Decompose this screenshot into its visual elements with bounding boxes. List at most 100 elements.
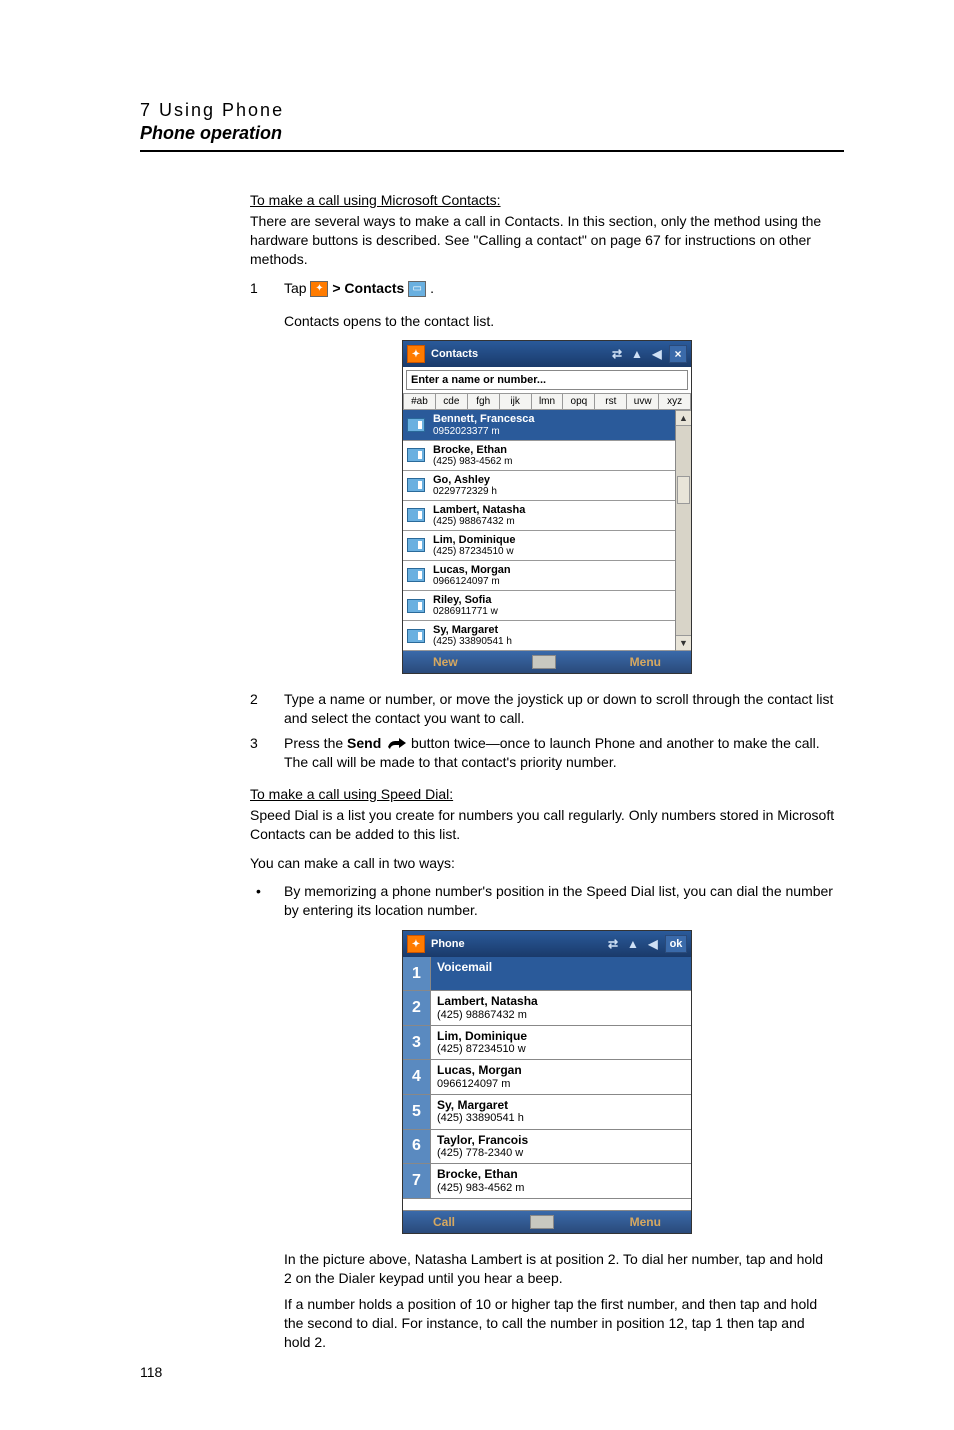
speaker-icon: ◀ <box>645 936 661 952</box>
intro-text: There are several ways to make a call in… <box>250 212 844 269</box>
contact-card-icon <box>407 508 425 522</box>
speeddial-number: (425) 98867432 m <box>437 1009 685 1022</box>
contact-row[interactable]: Brocke, Ethan(425) 983-4562 m <box>403 441 675 471</box>
speeddial-number: (425) 778-2340 w <box>437 1147 685 1160</box>
softkey-call[interactable]: Call <box>433 1215 455 1229</box>
contact-card-icon <box>407 538 425 552</box>
contact-row[interactable]: Lucas, Morgan0966124097 m <box>403 561 675 591</box>
speeddial-position: 3 <box>403 1026 431 1060</box>
step-number: 2 <box>250 690 284 728</box>
alpha-tab[interactable]: uvw <box>626 393 658 410</box>
signal-icon: ▲ <box>629 346 645 362</box>
connectivity-icon: ⇄ <box>605 936 621 952</box>
step1-prefix: Tap <box>284 280 310 296</box>
contact-number: 0229772329 h <box>433 486 497 497</box>
speeddial-row[interactable]: 2Lambert, Natasha(425) 98867432 m <box>403 991 691 1026</box>
speeddial-row[interactable]: 7Brocke, Ethan(425) 983-4562 m <box>403 1164 691 1199</box>
contact-row[interactable]: Sy, Margaret(425) 33890541 h <box>403 621 675 651</box>
contact-card-icon <box>407 448 425 462</box>
speeddial-name: Lucas, Morgan <box>437 1063 685 1077</box>
step1-mid: > Contacts <box>332 280 408 296</box>
alpha-tab[interactable]: fgh <box>467 393 499 410</box>
subhead-contacts: To make a call using Microsoft Contacts: <box>250 192 844 208</box>
contact-name: Sy, Margaret <box>433 624 512 636</box>
step2-text: Type a name or number, or move the joyst… <box>284 690 844 728</box>
contacts-screenshot: ✦ Contacts ⇄ ▲ ◀ × Enter a name or numbe… <box>402 340 692 674</box>
speeddial-row[interactable]: 1 Voicemail <box>403 957 691 991</box>
speeddial-number: (425) 33890541 h <box>437 1112 685 1125</box>
contact-number: 0286911771 w <box>433 606 498 617</box>
contact-card-icon <box>407 599 425 613</box>
alpha-tab[interactable]: opq <box>562 393 594 410</box>
speeddial-position: 6 <box>403 1130 431 1164</box>
contact-card-icon <box>407 478 425 492</box>
contact-card-icon <box>407 629 425 643</box>
speeddial-name: Brocke, Ethan <box>437 1167 685 1181</box>
speeddial-position: 1 <box>403 957 431 990</box>
contact-row[interactable]: Lambert, Natasha(425) 98867432 m <box>403 501 675 531</box>
scroll-down-icon[interactable]: ▼ <box>676 635 691 651</box>
speeddial-name: Taylor, Francois <box>437 1133 685 1147</box>
ok-button[interactable]: ok <box>665 935 687 953</box>
contact-name: Riley, Sofia <box>433 594 498 606</box>
contact-name: Lim, Dominique <box>433 534 516 546</box>
softkey-menu[interactable]: Menu <box>630 655 661 669</box>
contact-row[interactable]: Riley, Sofia0286911771 w <box>403 591 675 621</box>
send-label: Send <box>347 735 381 751</box>
bullet-mark: • <box>250 882 284 920</box>
chapter-heading: 7 Using Phone <box>140 100 844 121</box>
contacts-icon: ▭ <box>408 281 426 297</box>
contact-number: (425) 33890541 h <box>433 636 512 647</box>
start-icon[interactable]: ✦ <box>407 935 425 953</box>
speeddial-number: 0966124097 m <box>437 1078 685 1091</box>
bullet1-text: By memorizing a phone number's position … <box>284 882 844 920</box>
alpha-tab[interactable]: ijk <box>499 393 531 410</box>
step1-subtext: Contacts opens to the contact list. <box>284 312 844 331</box>
step3-prefix: Press the <box>284 735 347 751</box>
keyboard-icon[interactable] <box>530 1215 554 1229</box>
speeddial-position: 4 <box>403 1060 431 1094</box>
start-icon[interactable]: ✦ <box>407 345 425 363</box>
speeddial-row[interactable]: 5 Sy, Margaret(425) 33890541 h <box>403 1095 691 1130</box>
contact-name: Lucas, Morgan <box>433 564 511 576</box>
app-title: Contacts <box>429 348 609 360</box>
connectivity-icon: ⇄ <box>609 346 625 362</box>
speeddial-row[interactable]: 6 Taylor, Francois(425) 778-2340 w <box>403 1130 691 1165</box>
alpha-tab[interactable]: cde <box>435 393 467 410</box>
contact-name: Lambert, Natasha <box>433 504 525 516</box>
scroll-up-icon[interactable]: ▲ <box>676 410 691 426</box>
speeddial-row[interactable]: 4 Lucas, Morgan0966124097 m <box>403 1060 691 1095</box>
speeddial-name: Sy, Margaret <box>437 1098 685 1112</box>
contact-card-icon <box>407 568 425 582</box>
speeddial-line2: You can make a call in two ways: <box>250 854 844 873</box>
alpha-tabs[interactable]: #ab cde fgh ijk lmn opq rst uvw xyz <box>403 393 691 410</box>
scrollbar[interactable]: ▲ ▼ <box>675 410 691 651</box>
speeddial-name: Lim, Dominique <box>437 1029 685 1043</box>
contact-row[interactable]: Lim, Dominique(425) 87234510 w <box>403 531 675 561</box>
speeddial-name: Voicemail <box>437 960 685 974</box>
page-number: 118 <box>140 1364 162 1380</box>
speeddial-position: 2 <box>403 991 431 1025</box>
contact-row[interactable]: Go, Ashley0229772329 h <box>403 471 675 501</box>
keyboard-icon[interactable] <box>532 655 556 669</box>
contact-number: 0966124097 m <box>433 576 511 587</box>
alpha-tab[interactable]: xyz <box>658 393 691 410</box>
speeddial-intro: Speed Dial is a list you create for numb… <box>250 806 844 844</box>
softkey-menu[interactable]: Menu <box>630 1215 661 1229</box>
speeddial-row[interactable]: 3 Lim, Dominique(425) 87234510 w <box>403 1026 691 1061</box>
alpha-tab[interactable]: #ab <box>403 393 435 410</box>
speeddial-number: (425) 87234510 w <box>437 1043 685 1056</box>
after-text-2: If a number holds a position of 10 or hi… <box>284 1295 844 1352</box>
speeddial-position: 5 <box>403 1095 431 1129</box>
contact-row[interactable]: Bennett, Francesca0952023377 m <box>403 410 675 440</box>
softkey-new[interactable]: New <box>433 655 458 669</box>
send-icon <box>385 737 407 751</box>
alpha-tab[interactable]: lmn <box>531 393 563 410</box>
step-number: 3 <box>250 734 284 772</box>
close-button[interactable]: × <box>669 345 687 363</box>
alpha-tab[interactable]: rst <box>594 393 626 410</box>
scroll-thumb[interactable] <box>677 476 690 504</box>
search-input[interactable]: Enter a name or number... <box>406 370 688 390</box>
speeddial-number: (425) 983-4562 m <box>437 1182 685 1195</box>
divider <box>140 150 844 152</box>
